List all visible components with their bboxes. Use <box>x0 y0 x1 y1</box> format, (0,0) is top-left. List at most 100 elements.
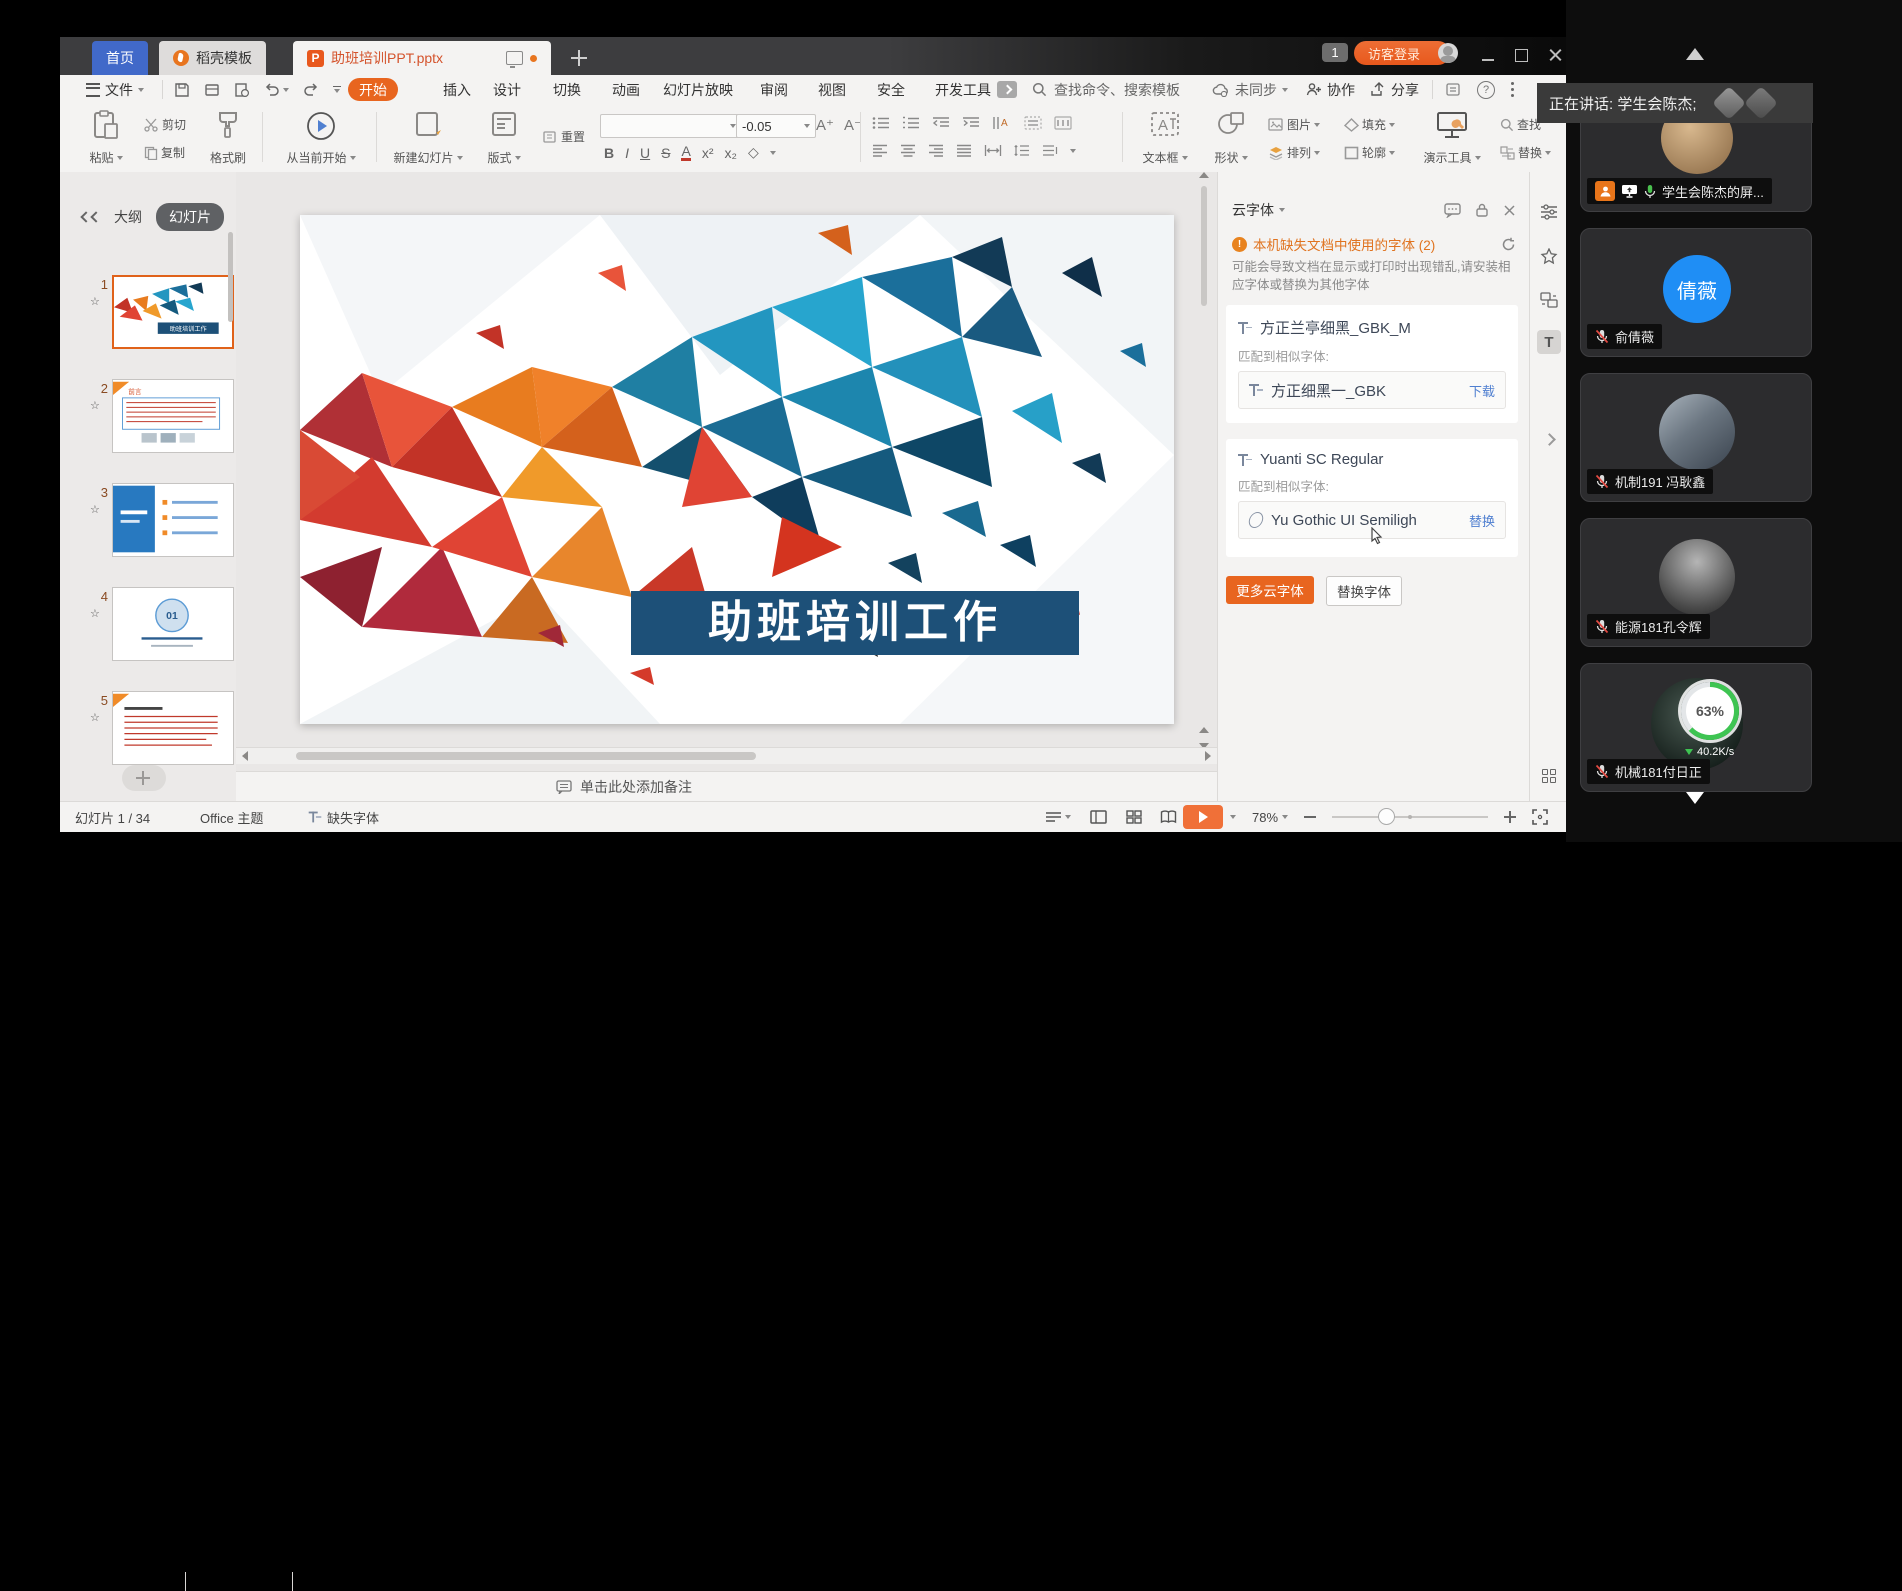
comment-icon[interactable] <box>1444 203 1461 218</box>
align-left-icon[interactable] <box>872 144 888 157</box>
more-quick-icon[interactable] <box>333 86 341 94</box>
maximize-button[interactable] <box>1513 47 1531 63</box>
refresh-icon[interactable] <box>1501 237 1516 252</box>
shapes-button[interactable]: 形状 <box>1206 110 1256 166</box>
slide-thumbnail-3[interactable]: 3 ☆ <box>60 483 236 573</box>
swap-icon[interactable] <box>1537 288 1561 312</box>
new-tab-button[interactable] <box>568 47 590 69</box>
download-link[interactable]: 下载 <box>1469 381 1495 400</box>
matched-font-row[interactable]: 方正细黑一_GBK 下载 <box>1238 371 1506 409</box>
paragraph-spacing-icon[interactable] <box>1042 144 1058 157</box>
slide-thumbnail-1[interactable]: 1 ☆ 助班培训工作 <box>60 275 236 365</box>
collaborate-button[interactable]: 协作 <box>1306 75 1355 104</box>
pin-lock-icon[interactable] <box>1475 202 1489 218</box>
play-options-caret[interactable] <box>1230 802 1236 832</box>
zoom-in-button[interactable] <box>1503 802 1517 832</box>
menu-item-design[interactable]: 设计 <box>482 78 532 101</box>
menu-item-slideshow[interactable]: 幻灯片放映 <box>652 78 744 101</box>
guest-login-button[interactable]: 访客登录 <box>1354 41 1450 65</box>
replace-button[interactable]: 替换 <box>1500 144 1551 161</box>
export-icon[interactable] <box>204 82 220 98</box>
columns-icon[interactable] <box>1054 116 1072 130</box>
tab-home[interactable]: 首页 <box>92 41 148 75</box>
missing-fonts-indicator[interactable]: 缺失字体 <box>308 802 379 832</box>
new-slide-button[interactable]: 新建幻灯片 <box>390 110 466 166</box>
page-buttons[interactable] <box>1196 727 1212 749</box>
menu-item-transition[interactable]: 切换 <box>542 78 592 101</box>
undo-button[interactable] <box>264 83 289 97</box>
menu-item-devtools[interactable]: 开发工具 <box>924 78 1002 101</box>
share-button[interactable]: 分享 <box>1370 75 1419 104</box>
bold-button[interactable]: B <box>604 145 614 161</box>
picture-button[interactable]: 图片 <box>1268 116 1320 133</box>
notification-badge[interactable]: 1 <box>1322 43 1348 62</box>
menu-item-animation[interactable]: 动画 <box>601 78 651 101</box>
menu-item-review[interactable]: 审阅 <box>749 78 799 101</box>
print-preview-icon[interactable] <box>234 82 250 98</box>
format-painter-button[interactable]: 格式刷 <box>202 110 254 166</box>
increase-indent-icon[interactable] <box>962 116 980 130</box>
font-size-select[interactable]: -0.05 <box>736 114 816 138</box>
participant-tile[interactable]: 机制191 冯耿鑫 <box>1580 373 1812 502</box>
more-tabs-button[interactable] <box>997 81 1017 98</box>
layout-button[interactable]: 版式 <box>478 110 530 166</box>
line-spacing-icon[interactable] <box>1014 144 1030 157</box>
zoom-slider-knob[interactable] <box>1378 808 1395 825</box>
slide-editor[interactable]: 助班培训工作 <box>300 215 1174 724</box>
participant-tile[interactable]: 能源181孔令辉 <box>1580 518 1812 647</box>
align-text-icon[interactable] <box>1024 116 1042 130</box>
outline-button[interactable]: 轮廓 <box>1344 144 1395 161</box>
app-grid-icon[interactable] <box>1537 764 1561 788</box>
menu-item-insert[interactable]: 插入 <box>432 78 482 101</box>
font-name-select[interactable] <box>600 114 742 138</box>
text-direction-icon[interactable]: A <box>992 116 1012 130</box>
justify-icon[interactable] <box>956 144 972 157</box>
notes-toggle[interactable] <box>1045 802 1071 832</box>
outline-tab[interactable]: 大纲 <box>114 207 142 227</box>
collapse-panel-icon[interactable] <box>82 213 100 221</box>
italic-button[interactable]: I <box>625 145 629 161</box>
arrange-button[interactable]: 排列 <box>1268 144 1320 161</box>
scrollbar-thumb[interactable] <box>296 752 756 760</box>
replace-link[interactable]: 替换 <box>1469 511 1495 530</box>
find-button[interactable]: 查找 <box>1500 116 1541 133</box>
theme-indicator[interactable]: Office 主题 <box>200 802 263 832</box>
zoom-level[interactable]: 78% <box>1252 802 1288 832</box>
highlight-button[interactable]: ◇ <box>748 144 759 161</box>
file-menu[interactable]: 文件 <box>86 75 144 104</box>
font-color-button[interactable]: A <box>681 144 690 161</box>
notes-bar[interactable]: 单击此处添加备注 <box>236 771 1217 801</box>
paragraph-more-caret[interactable] <box>1070 149 1076 153</box>
slide-sorter-button[interactable] <box>1126 802 1142 832</box>
redo-icon[interactable] <box>303 83 319 97</box>
fill-button[interactable]: 填充 <box>1344 116 1395 133</box>
distribute-icon[interactable] <box>984 144 1002 157</box>
numbered-list-icon[interactable] <box>902 116 920 130</box>
fit-slide-button[interactable] <box>1532 802 1548 832</box>
more-cloud-fonts-button[interactable]: 更多云字体 <box>1226 576 1314 604</box>
play-from-current-button[interactable]: 从当前开始 <box>276 110 366 166</box>
scroll-down-icon[interactable] <box>1686 792 1704 804</box>
presentation-tools-button[interactable]: 演示工具 <box>1416 110 1488 166</box>
slideshow-play-button[interactable] <box>1183 805 1223 829</box>
subscript-button[interactable]: x₂ <box>725 145 737 161</box>
search-command[interactable]: 查找命令、搜索模板 <box>1032 75 1180 104</box>
slide-thumbnail-2[interactable]: 2 ☆ 前言 <box>60 379 236 469</box>
increase-font-icon[interactable]: A⁺ <box>816 116 834 134</box>
participant-tile-loading[interactable]: 63% 40.2K/s 机械181付日正 <box>1580 663 1812 792</box>
effects-star-icon[interactable] <box>1537 244 1561 268</box>
align-right-icon[interactable] <box>928 144 944 157</box>
align-center-icon[interactable] <box>900 144 916 157</box>
menu-item-home[interactable]: 开始 <box>348 78 398 101</box>
strikethrough-button[interactable]: S <box>661 145 670 161</box>
help-icon[interactable]: ? <box>1477 81 1495 99</box>
panel-scrollbar[interactable] <box>228 232 233 322</box>
normal-view-button[interactable] <box>1090 802 1107 832</box>
reset-button[interactable]: 重置 <box>542 128 585 145</box>
copy-button[interactable]: 复制 <box>144 144 185 161</box>
more-menu-icon[interactable] <box>1511 88 1514 91</box>
minimize-button[interactable] <box>1480 47 1498 63</box>
replace-fonts-button[interactable]: 替换字体 <box>1326 576 1402 606</box>
notes-icon[interactable] <box>1445 82 1461 97</box>
previous-slide-icon[interactable] <box>1199 727 1209 733</box>
